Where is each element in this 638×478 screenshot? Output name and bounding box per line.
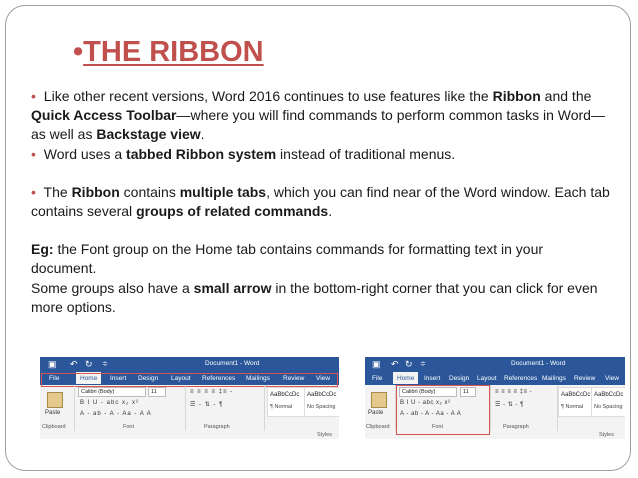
font-name-box[interactable]: Calibri (Body) xyxy=(78,387,146,397)
ribbon-tabs: File Home Insert Design Layout Reference… xyxy=(365,372,625,385)
redo-icon: ↻ xyxy=(405,359,413,369)
text-run: Some groups also have a xyxy=(31,279,194,296)
bold-text: Eg: xyxy=(31,241,54,258)
tab-home[interactable]: Home xyxy=(393,372,419,384)
paragraph-group: ≡ ≡ ≡ ≡ ‡≡ - ☰ - ⇅ - ¶ Paragraph xyxy=(186,385,265,431)
style-name: No Spacing xyxy=(594,404,623,410)
save-icon: ▣ xyxy=(48,359,57,369)
text-run: instead of traditional menus. xyxy=(276,145,456,162)
quick-access-toolbar: ▣ ↶ ↻ ≑ Document1 - Word xyxy=(40,357,339,372)
paragraph-row-2[interactable]: ☰ - ⇅ - ¶ xyxy=(190,401,223,408)
body-paragraph: Eg: the Font group on the Home tab conta… xyxy=(31,240,611,278)
body-paragraph: • Word uses a tabbed Ribbon system inste… xyxy=(31,145,611,164)
font-format-row[interactable]: B I U - abc x₂ x² xyxy=(80,400,139,406)
slide-title: •THE RIBBON xyxy=(73,36,264,69)
font-group-label: Font xyxy=(123,424,135,430)
font-color-row[interactable]: A - ab - A - Aa - A A xyxy=(80,411,152,417)
text-run: Word uses a xyxy=(39,145,127,162)
paragraph-group: ≡ ≡ ≡ ≡ ‡≡ - ☰ - ⇅ - ¶ Paragraph xyxy=(491,385,558,431)
bold-text: groups of related commands xyxy=(136,203,329,220)
ribbon-screenshot-2: ▣ ↶ ↻ ≑ Document1 - Word File Home Inser… xyxy=(365,357,625,439)
paragraph-group-label: Paragraph xyxy=(204,424,230,430)
tab-references[interactable]: References xyxy=(504,375,537,382)
paragraph-row-1[interactable]: ≡ ≡ ≡ ≡ ‡≡ - xyxy=(495,389,532,395)
body-paragraph: Some groups also have a small arrow in t… xyxy=(31,279,611,317)
redo-icon: ↻ xyxy=(85,359,93,369)
body-paragraph: • Like other recent versions, Word 2016 … xyxy=(31,87,611,145)
paragraph-row-2[interactable]: ☰ - ⇅ - ¶ xyxy=(495,401,524,408)
bold-text: small arrow xyxy=(193,279,272,296)
customize-icon: ≑ xyxy=(420,361,426,368)
text-run: . xyxy=(200,126,205,143)
font-group: Calibri (Body) 11 B I U - abc x₂ x² A - … xyxy=(75,385,186,431)
tab-layout[interactable]: Layout xyxy=(477,375,497,382)
document-title: Document1 - Word xyxy=(205,360,260,367)
undo-icon: ↶ xyxy=(391,359,399,369)
bold-text: Backstage view xyxy=(96,126,201,143)
paste-label[interactable]: Paste xyxy=(368,410,383,416)
text-run: the Font group on the Home tab contains … xyxy=(31,241,544,277)
style-sample: AaBbCcDc xyxy=(561,392,591,398)
title-text: THE RIBBON xyxy=(83,36,264,68)
tab-file[interactable]: File xyxy=(372,375,382,382)
style-normal[interactable]: AaBbCcDc ¶ Normal xyxy=(267,387,305,417)
style-name: ¶ Normal xyxy=(561,404,584,410)
ribbon-screenshot-1: ▣ ↶ ↻ ≑ Document1 - Word File Home Inser… xyxy=(40,357,339,439)
slide-body: • Like other recent versions, Word 2016 … xyxy=(31,87,611,317)
bullet: • xyxy=(31,88,36,104)
clipboard-group-label: Clipboard xyxy=(42,424,66,430)
paste-icon[interactable] xyxy=(47,392,63,408)
tab-design[interactable]: Design xyxy=(449,375,469,382)
paste-label[interactable]: Paste xyxy=(45,410,60,416)
styles-group-label: Styles xyxy=(317,432,332,438)
style-normal[interactable]: AaBbCcDc ¶ Normal xyxy=(558,387,592,417)
font-group-highlight xyxy=(396,385,490,435)
bold-text: Quick Access Toolbar xyxy=(31,107,177,124)
style-sample: AaBbCcDc xyxy=(307,392,337,398)
quick-access-toolbar: ▣ ↶ ↻ ≑ Document1 - Word xyxy=(365,357,625,372)
tab-review[interactable]: Review xyxy=(574,375,595,382)
undo-icon: ↶ xyxy=(70,359,78,369)
tab-view[interactable]: View xyxy=(605,375,619,382)
clipboard-group-label: Clipboard xyxy=(366,424,390,430)
customize-icon: ≑ xyxy=(102,361,108,368)
style-sample: AaBbCcDc xyxy=(270,392,300,398)
title-bullet: • xyxy=(73,36,84,68)
bold-text: Ribbon xyxy=(492,88,541,104)
text-run: contains xyxy=(119,183,180,200)
tab-mailings[interactable]: Mailings xyxy=(542,375,566,382)
text-run: and the xyxy=(540,88,592,104)
body-paragraph: • The Ribbon contains multiple tabs, whi… xyxy=(31,183,611,221)
clipboard-group: Paste Clipboard xyxy=(40,385,75,431)
clipboard-group: Paste Clipboard xyxy=(365,385,396,431)
styles-group-label: Styles xyxy=(599,432,614,438)
text-run: . xyxy=(328,203,333,220)
style-name: No Spacing xyxy=(307,404,336,410)
paragraph-row-1[interactable]: ≡ ≡ ≡ ≡ ‡≡ - xyxy=(190,389,233,395)
style-name: ¶ Normal xyxy=(270,404,293,410)
bullet: • xyxy=(31,183,36,200)
text-run: The xyxy=(39,183,72,200)
tab-insert[interactable]: Insert xyxy=(424,375,440,382)
bold-text: tabbed Ribbon system xyxy=(126,145,277,162)
style-sample: AaBbCcDc xyxy=(594,392,624,398)
paste-icon[interactable] xyxy=(371,392,387,408)
bullet: • xyxy=(31,145,36,162)
font-size-box[interactable]: 11 xyxy=(148,387,166,397)
style-no-spacing[interactable]: AaBbCcDc No Spacing xyxy=(304,387,339,417)
save-icon: ▣ xyxy=(372,359,381,369)
text-run: Like other recent versions, Word 2016 co… xyxy=(39,88,493,104)
bold-text: Ribbon xyxy=(71,183,120,200)
paragraph-group-label: Paragraph xyxy=(503,424,529,430)
style-no-spacing[interactable]: AaBbCcDc No Spacing xyxy=(591,387,625,417)
document-title: Document1 - Word xyxy=(511,360,566,367)
bold-text: multiple tabs xyxy=(179,183,267,200)
